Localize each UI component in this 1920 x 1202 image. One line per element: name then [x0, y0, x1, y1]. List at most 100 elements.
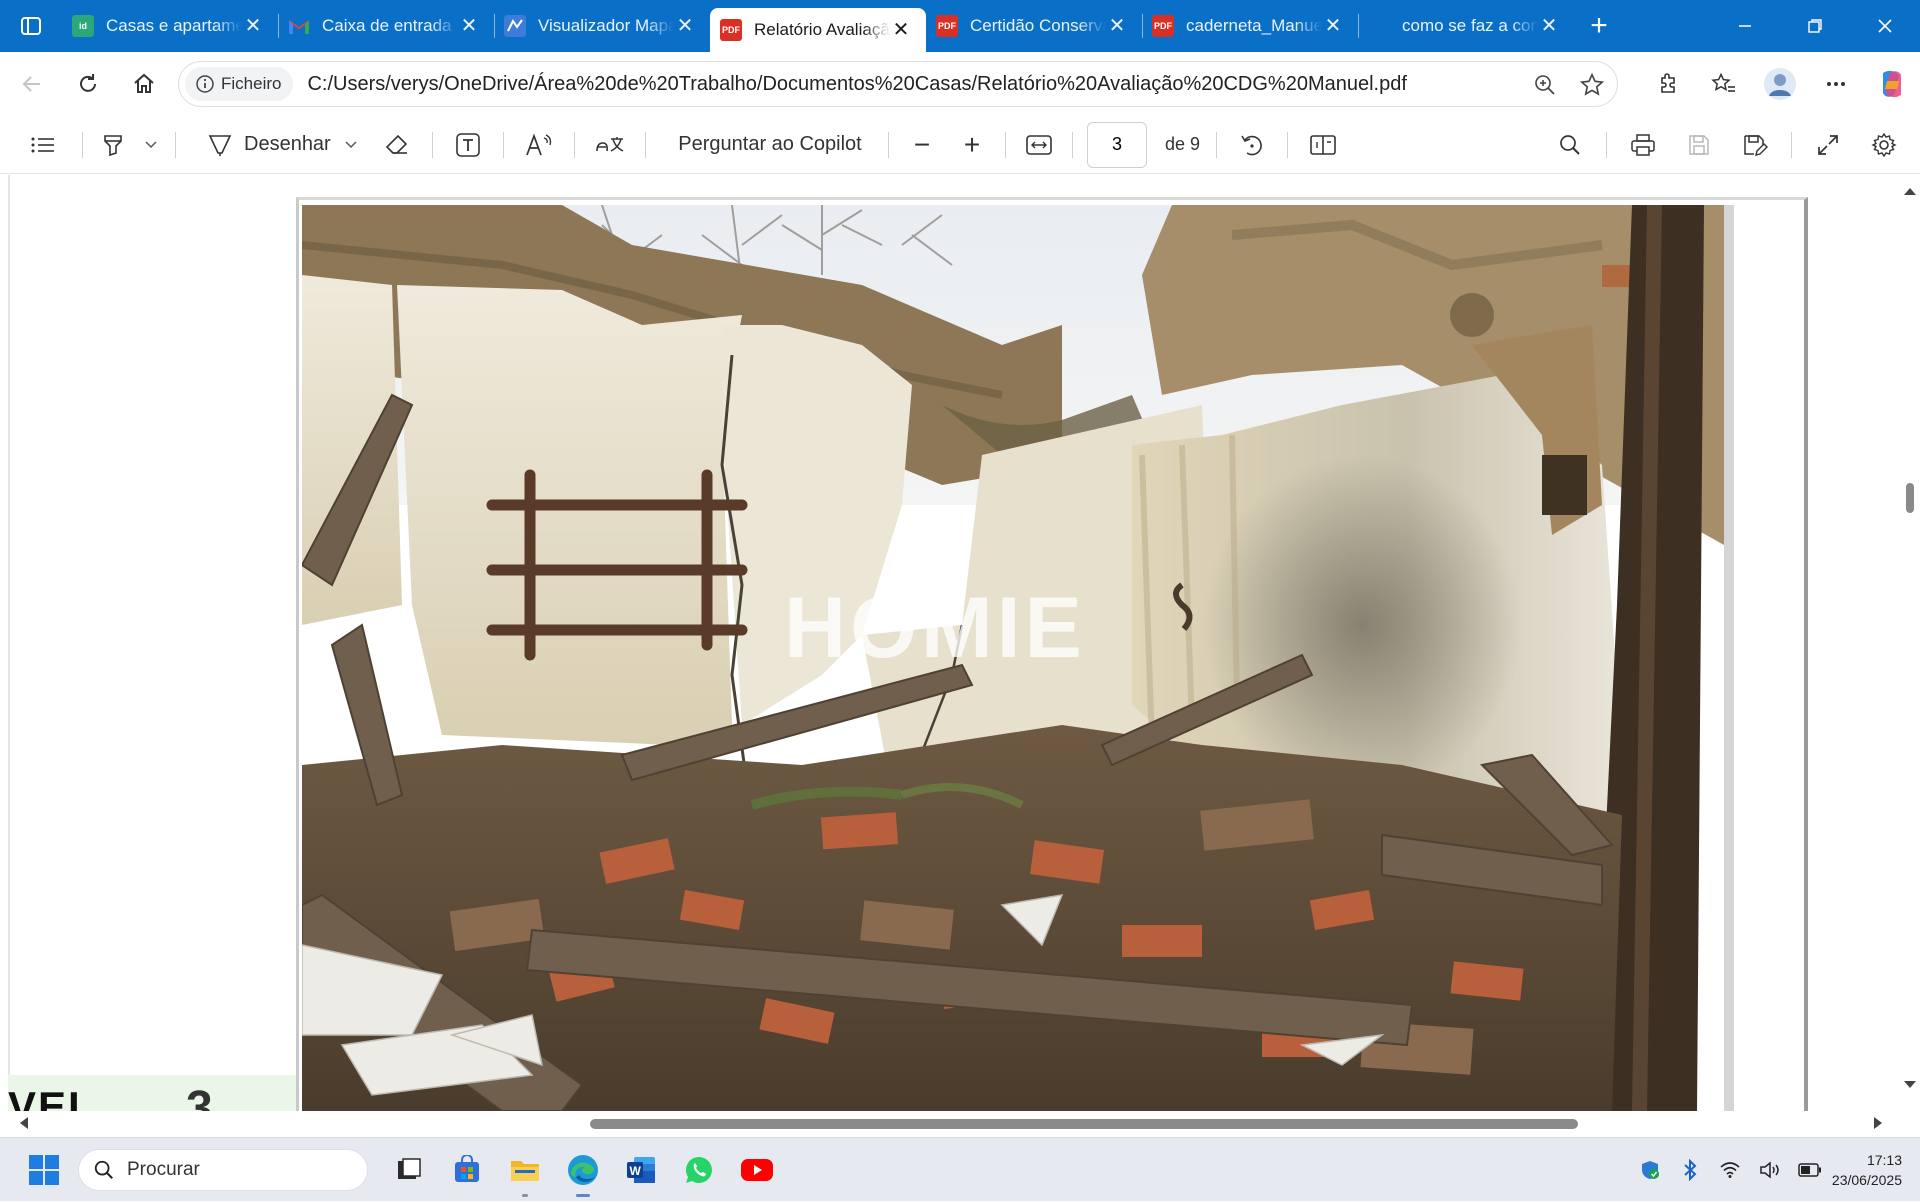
copilot-button[interactable]	[1864, 52, 1920, 116]
scroll-up-icon[interactable]	[1900, 181, 1920, 201]
vertical-scrollbar[interactable]	[1900, 175, 1920, 1135]
rotate-button[interactable]	[1225, 116, 1279, 174]
tray-wifi[interactable]	[1710, 1138, 1750, 1202]
restore-button[interactable]	[1780, 0, 1850, 52]
address-bar: Ficheiro C:/Users/verys/OneDrive/Área%20…	[0, 52, 1920, 116]
horizontal-scroll-thumb[interactable]	[590, 1119, 1578, 1129]
site-info-chip[interactable]: Ficheiro	[185, 67, 294, 101]
page-view-button[interactable]	[1296, 116, 1350, 174]
tab-idealista[interactable]: id Casas e apartamentos ✕	[62, 0, 278, 52]
tab-relatorio-active[interactable]: PDF Relatório Avaliação ✕	[710, 8, 926, 52]
battery-icon	[1798, 1163, 1821, 1177]
taskbar-apps: W	[380, 1138, 786, 1202]
close-window-button[interactable]	[1850, 0, 1920, 52]
refresh-button[interactable]	[60, 52, 116, 116]
tab-certidao[interactable]: PDF Certidão Conservatória ✕	[926, 0, 1142, 52]
scroll-down-icon[interactable]	[1900, 1075, 1920, 1095]
erase-button[interactable]	[370, 116, 424, 174]
taskbar-youtube[interactable]	[728, 1138, 786, 1202]
task-view-icon	[398, 1158, 421, 1179]
rotate-icon	[1241, 135, 1262, 155]
favorites-list-icon	[1711, 72, 1735, 92]
close-icon[interactable]: ✕	[1322, 16, 1344, 36]
site-chip-label: Ficheiro	[221, 74, 282, 93]
pdf-viewport[interactable]: VEL 3 HOMIE	[0, 175, 1920, 1135]
taskbar-file-explorer[interactable]	[496, 1138, 554, 1202]
tab-gmail[interactable]: Caixa de entrada ✕	[278, 0, 494, 52]
taskbar-task-view[interactable]	[380, 1138, 438, 1202]
close-icon[interactable]: ✕	[458, 16, 480, 36]
close-icon[interactable]: ✕	[1538, 16, 1560, 36]
youtube-icon	[741, 1159, 773, 1181]
taskbar-clock[interactable]: 17:13 23/06/2025	[1830, 1150, 1920, 1190]
tab-actions-button[interactable]	[0, 0, 62, 52]
save-as-icon	[1744, 134, 1768, 156]
pdf-settings-button[interactable]	[1856, 116, 1912, 174]
divider	[1072, 131, 1073, 158]
windows-taskbar: Procurar W 17:13 23/06/2025	[0, 1137, 1920, 1201]
tray-defender[interactable]	[1630, 1138, 1670, 1202]
tab-title: Visualizador Mapas	[538, 16, 674, 35]
scroll-left-icon[interactable]	[14, 1113, 34, 1133]
close-icon[interactable]: ✕	[242, 16, 264, 36]
taskbar-search-box[interactable]: Procurar	[78, 1149, 368, 1191]
tab-caderneta[interactable]: PDF caderneta_Manuel ✕	[1142, 0, 1358, 52]
tab-copilot-query[interactable]: como se faz a consulta ✕	[1358, 0, 1574, 52]
close-icon[interactable]: ✕	[1106, 16, 1128, 36]
highlight-button[interactable]	[91, 116, 135, 174]
horizontal-scrollbar[interactable]	[0, 1111, 1920, 1135]
gmail-icon	[288, 15, 310, 37]
divider	[503, 131, 504, 158]
taskbar-store[interactable]	[438, 1138, 496, 1202]
page-number-input[interactable]: 3	[1087, 121, 1147, 168]
contents-button[interactable]	[12, 116, 74, 174]
text-box-icon	[456, 132, 480, 157]
fullscreen-button[interactable]	[1800, 116, 1856, 174]
edge-browser-icon	[568, 1155, 598, 1185]
highlight-dropdown[interactable]	[135, 116, 167, 174]
address-omnibox[interactable]: Ficheiro C:/Users/verys/OneDrive/Área%20…	[178, 61, 1618, 107]
favorite-star-icon[interactable]	[1579, 72, 1605, 98]
extensions-button[interactable]	[1640, 52, 1696, 116]
taskbar-whatsapp[interactable]	[670, 1138, 728, 1202]
add-text-button[interactable]	[441, 116, 495, 174]
omnibox-icons	[1533, 62, 1605, 108]
tray-bluetooth[interactable]	[1670, 1138, 1710, 1202]
close-icon[interactable]: ✕	[674, 16, 696, 36]
ask-copilot-button[interactable]: Perguntar ao Copilot	[660, 116, 880, 174]
bluetooth-icon	[1684, 1159, 1697, 1181]
taskbar-edge[interactable]	[554, 1138, 612, 1202]
vertical-scroll-thumb[interactable]	[1906, 483, 1914, 513]
draw-dropdown[interactable]	[336, 116, 366, 174]
tray-volume[interactable]	[1750, 1138, 1790, 1202]
minimize-button[interactable]	[1710, 0, 1780, 52]
taskbar-word[interactable]: W	[612, 1138, 670, 1202]
tab-actions-icon	[21, 17, 41, 35]
save-button[interactable]	[1671, 116, 1727, 174]
tray-battery[interactable]	[1790, 1138, 1830, 1202]
pdf-icon: PDF	[720, 19, 742, 41]
translate-button[interactable]	[583, 116, 637, 174]
scroll-right-icon[interactable]	[1868, 1113, 1888, 1133]
start-button[interactable]	[28, 1154, 60, 1186]
tab-map-viewer[interactable]: Visualizador Mapas ✕	[494, 0, 710, 52]
home-button[interactable]	[116, 52, 172, 116]
close-icon[interactable]: ✕	[890, 20, 912, 40]
find-button[interactable]	[1542, 116, 1598, 174]
print-button[interactable]	[1615, 116, 1671, 174]
draw-label[interactable]: Desenhar	[244, 116, 336, 174]
zoom-in-button[interactable]: +	[947, 116, 997, 174]
save-as-button[interactable]	[1727, 116, 1783, 174]
profile-button[interactable]	[1752, 52, 1808, 116]
draw-pen-button[interactable]	[196, 116, 244, 174]
back-button[interactable]	[4, 52, 60, 116]
zoom-out-button[interactable]: −	[897, 116, 947, 174]
favorites-button[interactable]	[1696, 52, 1752, 116]
zoom-icon[interactable]	[1533, 73, 1557, 97]
read-aloud-button[interactable]	[512, 116, 566, 174]
fit-to-width-button[interactable]	[1014, 116, 1064, 174]
new-tab-button[interactable]: +	[1574, 0, 1624, 52]
page-count-label: de 9	[1165, 134, 1201, 154]
more-options-button[interactable]	[1808, 52, 1864, 116]
url-text[interactable]: C:/Users/verys/OneDrive/Área%20de%20Trab…	[307, 73, 1406, 96]
